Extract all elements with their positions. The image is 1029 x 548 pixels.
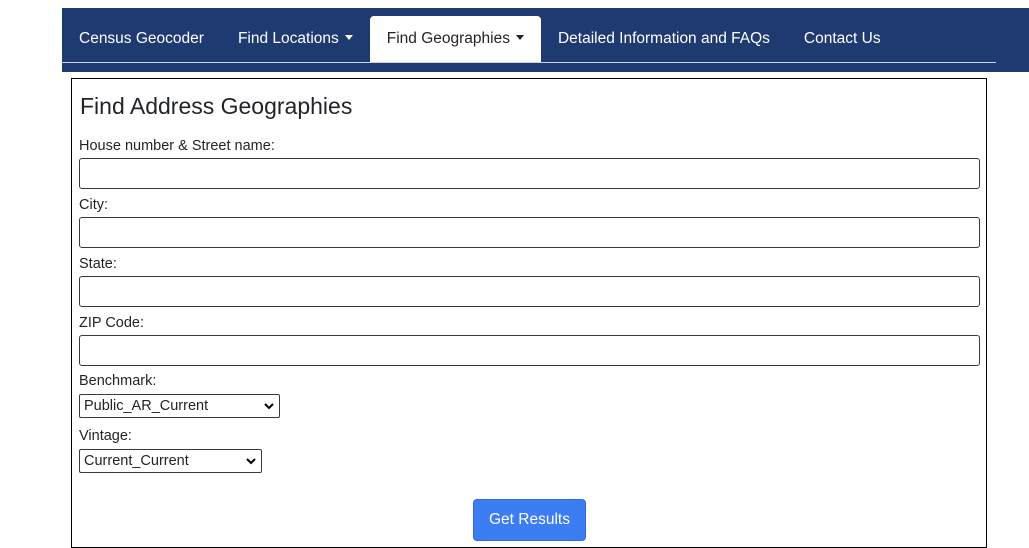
chevron-down-icon bbox=[246, 458, 256, 465]
vintage-selected-value: Current_Current bbox=[84, 453, 189, 469]
nav-item-label: Find Locations bbox=[237, 30, 339, 47]
get-results-button[interactable]: Get Results bbox=[473, 499, 586, 541]
state-input[interactable] bbox=[79, 276, 980, 307]
nav-item-label: Detailed Information and FAQs bbox=[557, 30, 770, 47]
state-label: State: bbox=[79, 256, 117, 272]
street-input[interactable] bbox=[79, 158, 980, 189]
top-navbar: Census Geocoder Find Locations Find Geog… bbox=[0, 0, 1029, 72]
benchmark-select[interactable]: Public_AR_Current bbox=[79, 394, 280, 418]
street-label: House number & Street name: bbox=[79, 138, 275, 154]
nav-item-find-geographies[interactable]: Find Geographies bbox=[369, 16, 541, 62]
nav-item-find-locations[interactable]: Find Locations bbox=[221, 16, 370, 62]
city-input[interactable] bbox=[79, 217, 980, 248]
address-geographies-form: Find Address Geographies House number & … bbox=[71, 78, 987, 548]
vintage-select[interactable]: Current_Current bbox=[79, 449, 262, 473]
zip-label: ZIP Code: bbox=[79, 315, 145, 331]
nav-item-label: Find Geographies bbox=[386, 30, 510, 47]
zip-input[interactable] bbox=[79, 335, 980, 366]
nav-menu: Census Geocoder Find Locations Find Geog… bbox=[62, 16, 898, 62]
navbar-divider bbox=[62, 62, 996, 63]
nav-item-label: Contact Us bbox=[803, 30, 881, 47]
vintage-label: Vintage: bbox=[79, 428, 132, 444]
chevron-down-icon bbox=[264, 403, 274, 410]
nav-item-detailed-information[interactable]: Detailed Information and FAQs bbox=[541, 16, 787, 62]
form-title: Find Address Geographies bbox=[80, 93, 353, 119]
nav-item-label: Census Geocoder bbox=[79, 30, 204, 47]
benchmark-selected-value: Public_AR_Current bbox=[84, 398, 209, 414]
nav-item-contact-us[interactable]: Contact Us bbox=[787, 16, 898, 62]
nav-item-census-geocoder[interactable]: Census Geocoder bbox=[62, 16, 221, 62]
caret-down-icon bbox=[344, 35, 353, 41]
city-label: City: bbox=[79, 197, 108, 213]
benchmark-label: Benchmark: bbox=[79, 373, 157, 389]
caret-down-icon bbox=[515, 35, 524, 41]
